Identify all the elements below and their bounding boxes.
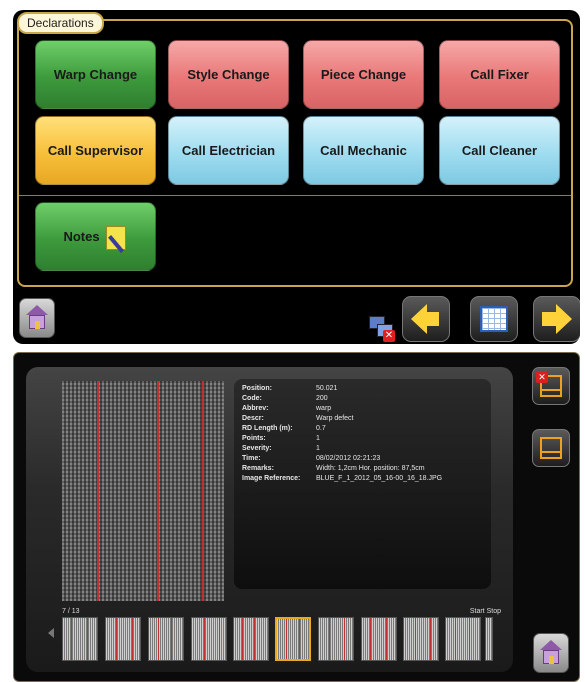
call-fixer-label: Call Fixer — [470, 67, 529, 82]
home-button-bottom[interactable] — [533, 633, 569, 673]
thumbnail-partial[interactable] — [485, 617, 493, 661]
panel-icon — [540, 437, 562, 459]
call-supervisor-label: Call Supervisor — [47, 143, 144, 158]
thumbnail[interactable] — [191, 617, 227, 661]
info-row: Points: 1 — [242, 435, 320, 442]
call-electrician-button[interactable]: Call Electrician — [168, 116, 289, 185]
calendar-button[interactable] — [470, 296, 518, 342]
declarations-panel: Declarations Warp Change Style Change Pi… — [13, 10, 580, 344]
thumbnail[interactable] — [403, 617, 439, 661]
panel-toggle-button[interactable] — [532, 429, 570, 467]
info-row: Descr: Warp defect — [242, 415, 354, 422]
thumbnail[interactable] — [445, 617, 481, 661]
call-supervisor-button[interactable]: Call Supervisor — [35, 116, 156, 185]
defect-info-panel: Position: 50.021 Code: 200 Abbrev: warp Des… — [234, 379, 491, 589]
close-image-button[interactable]: ✕ — [532, 367, 570, 405]
section-divider — [19, 195, 571, 196]
style-change-label: Style Change — [187, 67, 270, 82]
defect-viewer-panel: Position: 50.021 Code: 200 Abbrev: warp Des… — [13, 352, 580, 682]
info-row: Remarks: Width: 1,2cm Hor. position: 87,5… — [242, 465, 425, 472]
call-fixer-button[interactable]: Call Fixer — [439, 40, 560, 109]
notes-icon — [105, 224, 128, 253]
defect-viewer: Position: 50.021 Code: 200 Abbrev: warp Des… — [26, 367, 513, 672]
home-icon — [539, 640, 563, 666]
thumbnail[interactable] — [105, 617, 141, 661]
call-cleaner-label: Call Cleaner — [461, 143, 538, 158]
style-change-button[interactable]: Style Change — [168, 40, 289, 109]
notes-button[interactable]: Notes — [35, 202, 156, 271]
image-counter: 7 / 13 — [62, 608, 80, 615]
network-disconnected-icon: ✕ — [369, 316, 395, 342]
thumbnail[interactable] — [233, 617, 269, 661]
stop-button[interactable]: Stop — [487, 608, 501, 615]
call-mechanic-button[interactable]: Call Mechanic — [303, 116, 424, 185]
home-icon — [25, 305, 49, 331]
next-button[interactable] — [533, 296, 580, 342]
info-row: Image Reference: BLUE_F_1_2012_05_16-00_1… — [242, 475, 443, 482]
piece-change-button[interactable]: Piece Change — [303, 40, 424, 109]
arrow-right-icon — [542, 304, 572, 334]
piece-change-label: Piece Change — [320, 67, 407, 82]
start-stop-controls: Start Stop — [470, 608, 501, 615]
thumbnail-selected[interactable] — [275, 617, 311, 661]
info-row: Position: 50.021 — [242, 385, 338, 392]
info-row: Abbrev: warp — [242, 405, 332, 412]
calendar-icon — [480, 306, 508, 332]
home-button[interactable] — [19, 298, 55, 338]
warp-change-button[interactable]: Warp Change — [35, 40, 156, 109]
declarations-title: Declarations — [17, 12, 104, 34]
thumbnail[interactable] — [148, 617, 184, 661]
warp-change-label: Warp Change — [53, 67, 138, 82]
defect-image — [62, 381, 224, 601]
thumbnail[interactable] — [62, 617, 98, 661]
previous-button[interactable] — [402, 296, 450, 342]
thumbnail[interactable] — [318, 617, 354, 661]
info-row: Time: 08/02/2012 02:21:23 — [242, 455, 381, 462]
info-row: RD Length (m): 0.7 — [242, 425, 326, 432]
notes-label: Notes — [63, 229, 100, 244]
arrow-left-icon — [411, 304, 439, 334]
close-icon: ✕ — [536, 371, 548, 383]
thumbnail[interactable] — [361, 617, 397, 661]
call-electrician-label: Call Electrician — [181, 143, 276, 158]
info-row: Code: 200 — [242, 395, 328, 402]
call-cleaner-button[interactable]: Call Cleaner — [439, 116, 560, 185]
call-mechanic-label: Call Mechanic — [320, 143, 407, 158]
start-button[interactable]: Start — [470, 608, 485, 615]
thumbnail-scroll-left-icon[interactable] — [48, 628, 54, 638]
info-row: Severity: 1 — [242, 445, 320, 452]
